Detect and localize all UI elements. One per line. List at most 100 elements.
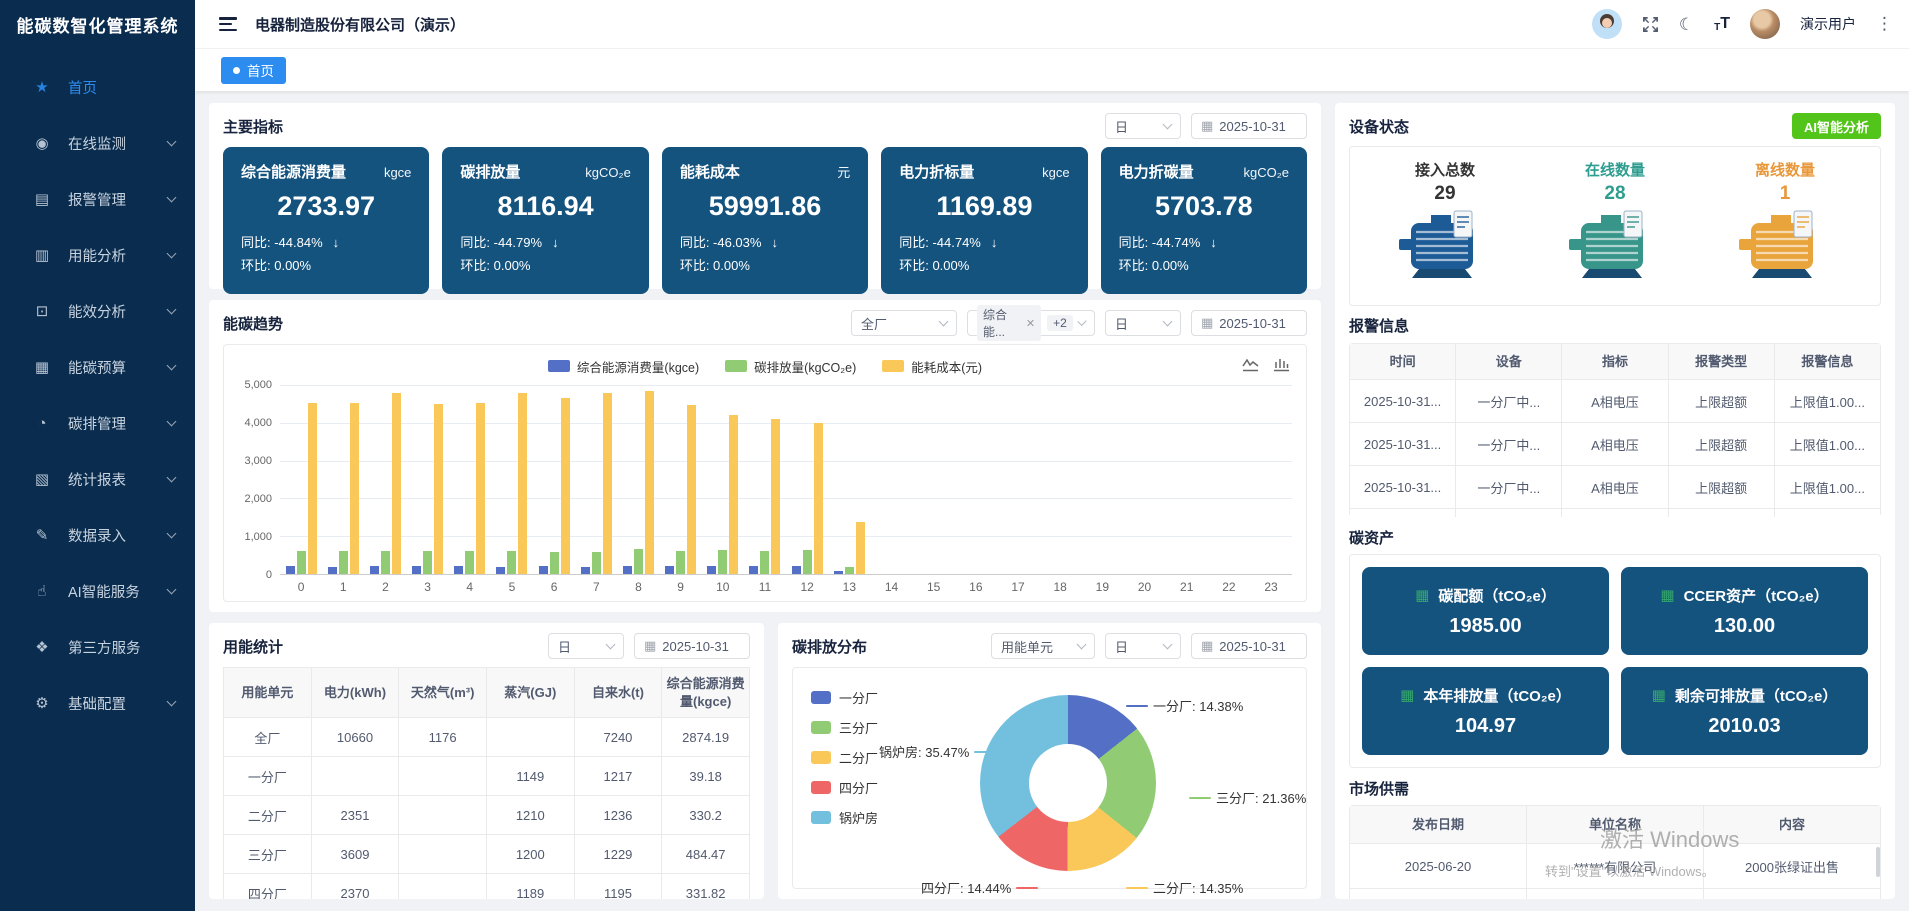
- trend-period-select[interactable]: 日: [1105, 310, 1181, 336]
- remove-tag-icon[interactable]: ✕: [1026, 317, 1035, 330]
- y-tick-label: 2,000: [244, 493, 272, 505]
- kpi-name: 综合能源消费量: [241, 161, 346, 182]
- sidebar-item-carbon-mgmt[interactable]: ◔ 碳排管理: [0, 395, 195, 451]
- sidebar-item-online-monitor[interactable]: ◉ 在线监测: [0, 115, 195, 171]
- column-header: 指标: [1562, 344, 1668, 380]
- table-row: 2025-04-12******有限公司碳配额123吨: [1350, 889, 1881, 900]
- asset-label: CCER资产（tCO₂e）: [1684, 585, 1829, 606]
- sidebar-item-home[interactable]: ★ 首页: [0, 59, 195, 115]
- kpi-period-select[interactable]: 日: [1105, 113, 1181, 139]
- sidebar-item-data-entry[interactable]: ✎ 数据录入: [0, 507, 195, 563]
- bar: [707, 566, 716, 574]
- y-tick-label: 5,000: [244, 379, 272, 391]
- market-table: 发布日期单位名称内容2025-06-20******有限公司2000张绿证出售2…: [1349, 805, 1881, 899]
- kpi-unit: kgce: [1042, 165, 1069, 180]
- ai-analysis-button[interactable]: AI智能分析: [1792, 113, 1881, 139]
- bar-group: [786, 385, 828, 574]
- bar-chart-toggle-icon[interactable]: [1273, 357, 1290, 372]
- bar: [286, 566, 295, 574]
- dist-legend-item[interactable]: 四分厂: [811, 778, 878, 797]
- down-arrow-icon: ↓: [991, 235, 998, 250]
- font-size-icon[interactable]: TT: [1714, 15, 1730, 33]
- kpi-card: 碳排放量 kgCO₂e 8116.94 同比: -44.79%↓ 环比: 0.0…: [442, 147, 648, 294]
- y-tick-label: 1,000: [244, 531, 272, 543]
- sidebar-item-energy-analysis[interactable]: ▥ 用能分析: [0, 227, 195, 283]
- kpi-card: 电力折碳量 kgCO₂e 5703.78 同比: -44.74%↓ 环比: 0.…: [1101, 147, 1307, 294]
- energy-period-select[interactable]: 日: [548, 633, 624, 659]
- collapse-menu-icon[interactable]: [219, 17, 237, 31]
- bar: [561, 398, 570, 574]
- sidebar-item-alarm-mgmt[interactable]: ▤ 报警管理: [0, 171, 195, 227]
- legend-item[interactable]: 综合能源消费量(kgce): [548, 357, 699, 376]
- legend-item[interactable]: 碳排放量(kgCO₂e): [725, 357, 856, 376]
- assistant-avatar[interactable]: [1592, 9, 1622, 39]
- kpi-value: 5703.78: [1119, 191, 1289, 222]
- sidebar-item-third-party[interactable]: ❖ 第三方服务: [0, 619, 195, 675]
- scrollbar-thumb[interactable]: [1876, 847, 1880, 877]
- asset-value: 2010.03: [1708, 715, 1780, 738]
- more-menu-icon[interactable]: ⋮: [1876, 14, 1893, 34]
- sidebar-item-energy-carbon-budget[interactable]: ▦ 能碳预算: [0, 339, 195, 395]
- dist-legend-item[interactable]: 锅炉房: [811, 808, 878, 827]
- sidebar-item-label: 碳排管理: [68, 413, 126, 434]
- bar: [581, 567, 590, 574]
- dist-period-select[interactable]: 日: [1105, 633, 1181, 659]
- kpi-mom: 环比: 0.00%: [1119, 255, 1289, 274]
- bar-group: [997, 385, 1039, 574]
- trend-metric-multiselect[interactable]: 综合能... ✕ +2: [967, 310, 1095, 336]
- metric-tag[interactable]: 综合能... ✕: [977, 305, 1041, 341]
- bar-group: [1208, 385, 1250, 574]
- bar-group: [870, 385, 912, 574]
- trend-date-picker[interactable]: ▦ 2025-10-31: [1191, 310, 1307, 336]
- tab-home-label: 首页: [247, 60, 274, 80]
- bar-group: [828, 385, 870, 574]
- dist-legend-item[interactable]: 一分厂: [811, 688, 878, 707]
- dist-legend-item[interactable]: 二分厂: [811, 748, 878, 767]
- column-header: 综合能源消费量(kgce): [662, 668, 750, 718]
- carbon-asset-card: ▦ 剩余可排放量（tCO₂e） 2010.03: [1621, 667, 1868, 755]
- alarm-info-title: 报警信息: [1349, 315, 1409, 336]
- bar-group: [1081, 385, 1123, 574]
- down-arrow-icon: ↓: [771, 235, 778, 250]
- sidebar-item-label: 能效分析: [68, 301, 126, 322]
- fullscreen-icon[interactable]: [1642, 16, 1659, 33]
- kpi-cards: 综合能源消费量 kgce 2733.97 同比: -44.84%↓ 环比: 0.…: [223, 147, 1307, 294]
- trend-scope-select[interactable]: 全厂: [851, 310, 957, 336]
- bar: [803, 550, 812, 574]
- sidebar-item-label: 数据录入: [68, 525, 126, 546]
- legend-item[interactable]: 能耗成本(元): [882, 357, 982, 376]
- x-tick-label: 14: [870, 575, 912, 597]
- dist-unit-select[interactable]: 用能单元: [991, 633, 1095, 659]
- bar: [676, 551, 685, 574]
- carbon-asset-card: ▦ 碳配额（tCO₂e） 1985.00: [1362, 567, 1609, 655]
- tab-home[interactable]: 首页: [221, 57, 286, 84]
- sidebar-item-efficiency-analysis[interactable]: ⊡ 能效分析: [0, 283, 195, 339]
- trend-chart: 综合能源消费量(kgce) 碳排放量(kgCO₂e) 能耗成本(元): [223, 344, 1307, 602]
- user-avatar[interactable]: [1750, 9, 1780, 39]
- layers-icon: ❖: [30, 638, 54, 656]
- calendar-icon: ▦: [644, 638, 656, 654]
- x-tick-label: 13: [828, 575, 870, 597]
- bar: [834, 571, 843, 574]
- line-chart-toggle-icon[interactable]: [1242, 357, 1259, 372]
- kpi-value: 8116.94: [460, 191, 630, 222]
- table-row: 2025-06-20******有限公司2000张绿证出售: [1350, 844, 1881, 889]
- dark-mode-icon[interactable]: ☾: [1679, 16, 1694, 33]
- energy-date-picker[interactable]: ▦ 2025-10-31: [634, 633, 750, 659]
- app-logo: 能碳数智化管理系统: [0, 0, 195, 49]
- kpi-card: 综合能源消费量 kgce 2733.97 同比: -44.84%↓ 环比: 0.…: [223, 147, 429, 294]
- dist-legend-item[interactable]: 三分厂: [811, 718, 878, 737]
- sidebar-item-ai-service[interactable]: ☝ AI智能服务: [0, 563, 195, 619]
- chevron-down-icon: [167, 136, 177, 146]
- kpi-name: 碳排放量: [460, 161, 520, 182]
- sidebar-item-statistics-report[interactable]: ▧ 统计报表: [0, 451, 195, 507]
- chevron-down-icon: [167, 360, 177, 370]
- kpi-date-picker[interactable]: ▦ 2025-10-31: [1191, 113, 1307, 139]
- metric-more-tag[interactable]: +2: [1047, 315, 1073, 331]
- dist-date-picker[interactable]: ▦ 2025-10-31: [1191, 633, 1307, 659]
- sidebar-item-base-config[interactable]: ⚙ 基础配置: [0, 675, 195, 731]
- bar: [507, 551, 516, 574]
- x-tick-label: 23: [1250, 575, 1292, 597]
- market-title: 市场供需: [1349, 778, 1409, 799]
- market-box: 发布日期单位名称内容2025-06-20******有限公司2000张绿证出售2…: [1349, 805, 1881, 899]
